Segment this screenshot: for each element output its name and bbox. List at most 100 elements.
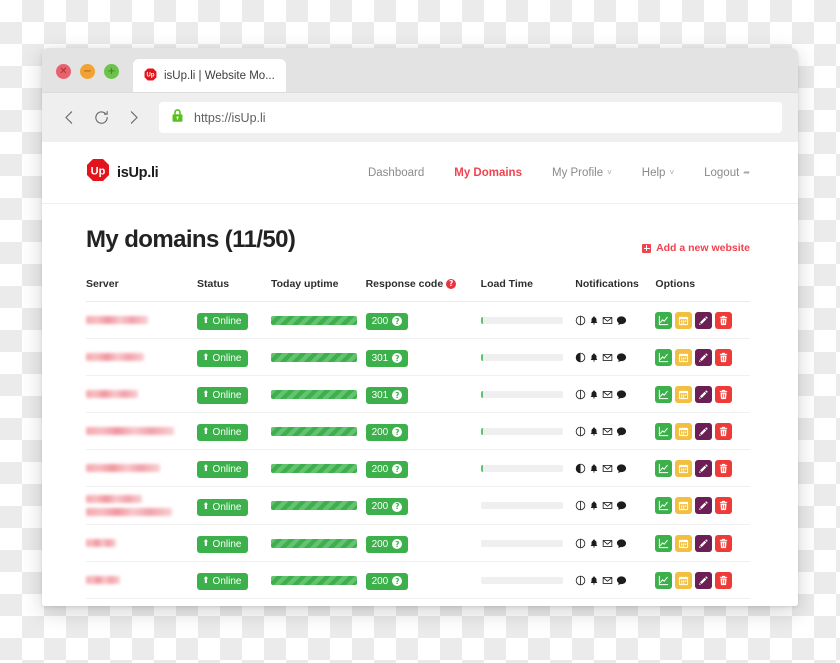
delete-button[interactable]: [715, 497, 733, 514]
stats-button[interactable]: [655, 571, 673, 589]
back-arrow-icon[interactable]: [54, 103, 84, 133]
contrast-toggle-icon[interactable]: [575, 352, 586, 363]
calendar-button[interactable]: [675, 534, 693, 552]
envelope-icon[interactable]: [602, 389, 613, 400]
help-icon[interactable]: ?: [392, 501, 403, 512]
plus-icon: [642, 243, 652, 253]
add-new-website-button[interactable]: Add a new website: [642, 242, 750, 254]
nav-item-my-domains[interactable]: My Domains: [454, 167, 522, 179]
stats-button[interactable]: [655, 497, 673, 514]
stats-button[interactable]: [655, 534, 673, 552]
edit-button[interactable]: [695, 385, 713, 403]
bell-icon[interactable]: [589, 389, 599, 400]
speech-bubble-icon[interactable]: [616, 538, 627, 549]
stats-button[interactable]: [655, 385, 673, 403]
maximize-window-button[interactable]: +: [104, 64, 119, 79]
contrast-toggle-icon[interactable]: [575, 538, 586, 549]
speech-bubble-icon[interactable]: [616, 575, 627, 586]
cell-server[interactable]: [86, 486, 197, 525]
bell-icon[interactable]: [589, 315, 599, 326]
contrast-toggle-icon[interactable]: [575, 426, 586, 437]
envelope-icon[interactable]: [602, 463, 613, 474]
calendar-button[interactable]: [675, 459, 693, 477]
edit-button[interactable]: [695, 459, 713, 477]
edit-button[interactable]: [695, 497, 713, 514]
help-icon[interactable]: ?: [392, 427, 403, 437]
envelope-icon[interactable]: [602, 538, 613, 549]
stats-button[interactable]: [655, 311, 673, 329]
nav-item-my-profile[interactable]: My Profile ˅: [552, 167, 612, 179]
stats-button[interactable]: [655, 459, 673, 477]
calendar-button[interactable]: [675, 311, 693, 329]
edit-button[interactable]: [695, 311, 713, 329]
reload-icon[interactable]: [86, 103, 116, 133]
calendar-button[interactable]: [675, 422, 693, 440]
delete-button[interactable]: [715, 422, 733, 440]
delete-button[interactable]: [715, 459, 733, 477]
edit-button[interactable]: [695, 571, 713, 589]
envelope-icon[interactable]: [602, 352, 613, 363]
browser-tab[interactable]: Up isUp.li | Website Mo...: [133, 59, 286, 92]
delete-button[interactable]: [715, 348, 733, 366]
help-icon[interactable]: ?: [392, 464, 403, 474]
envelope-icon[interactable]: [602, 315, 613, 326]
forward-arrow-icon[interactable]: [118, 103, 148, 133]
nav-item-dashboard[interactable]: Dashboard: [368, 167, 424, 179]
edit-button[interactable]: [695, 534, 713, 552]
calendar-button[interactable]: [675, 348, 693, 366]
delete-button[interactable]: [715, 385, 733, 403]
nav-item-logout[interactable]: Logout ➦: [704, 167, 750, 179]
contrast-toggle-icon[interactable]: [575, 315, 586, 326]
nav-item-help[interactable]: Help ˅: [642, 167, 674, 179]
speech-bubble-icon[interactable]: [616, 389, 627, 400]
cell-server[interactable]: [86, 412, 197, 450]
help-icon[interactable]: ?: [392, 316, 403, 326]
speech-bubble-icon[interactable]: [616, 500, 627, 511]
calendar-button[interactable]: [675, 385, 693, 403]
envelope-icon[interactable]: [602, 500, 613, 511]
help-icon[interactable]: ?: [392, 353, 403, 363]
help-icon[interactable]: ?: [446, 278, 457, 289]
delete-button[interactable]: [715, 571, 733, 589]
bell-icon[interactable]: [589, 463, 599, 474]
contrast-toggle-icon[interactable]: [575, 500, 586, 511]
url-input[interactable]: https://isUp.li: [159, 102, 782, 133]
bell-icon[interactable]: [589, 538, 599, 549]
calendar-button[interactable]: [675, 571, 693, 589]
bell-icon[interactable]: [589, 352, 599, 363]
help-icon[interactable]: ?: [392, 539, 403, 549]
delete-button[interactable]: [715, 311, 733, 329]
speech-bubble-icon[interactable]: [616, 426, 627, 437]
minimize-window-button[interactable]: −: [80, 64, 95, 79]
help-icon[interactable]: ?: [392, 390, 403, 400]
delete-button[interactable]: [715, 534, 733, 552]
close-window-button[interactable]: ✕: [56, 64, 71, 79]
contrast-toggle-icon[interactable]: [575, 463, 586, 474]
bell-icon[interactable]: [589, 500, 599, 511]
contrast-toggle-icon[interactable]: [575, 389, 586, 400]
speech-bubble-icon[interactable]: [616, 352, 627, 363]
cell-server[interactable]: [86, 375, 197, 413]
cell-server[interactable]: [86, 449, 197, 487]
cell-server[interactable]: [86, 338, 197, 376]
cell-server[interactable]: [86, 598, 197, 606]
stats-button[interactable]: [655, 422, 673, 440]
bell-icon[interactable]: [589, 426, 599, 437]
contrast-toggle-icon[interactable]: [575, 575, 586, 586]
edit-button[interactable]: [695, 422, 713, 440]
edit-button[interactable]: [695, 348, 713, 366]
envelope-icon[interactable]: [602, 426, 613, 437]
speech-bubble-icon[interactable]: [616, 463, 627, 474]
load-time-bar: [480, 353, 563, 361]
nav-label: Logout: [704, 166, 740, 179]
cell-server[interactable]: [86, 524, 197, 562]
cell-server[interactable]: [86, 561, 197, 599]
speech-bubble-icon[interactable]: [616, 315, 627, 326]
help-icon[interactable]: ?: [392, 576, 403, 586]
stats-button[interactable]: [655, 348, 673, 366]
calendar-button[interactable]: [675, 497, 693, 514]
cell-server[interactable]: [86, 301, 197, 339]
bell-icon[interactable]: [589, 575, 599, 586]
site-logo[interactable]: Up isUp.li: [86, 158, 159, 187]
envelope-icon[interactable]: [602, 575, 613, 586]
